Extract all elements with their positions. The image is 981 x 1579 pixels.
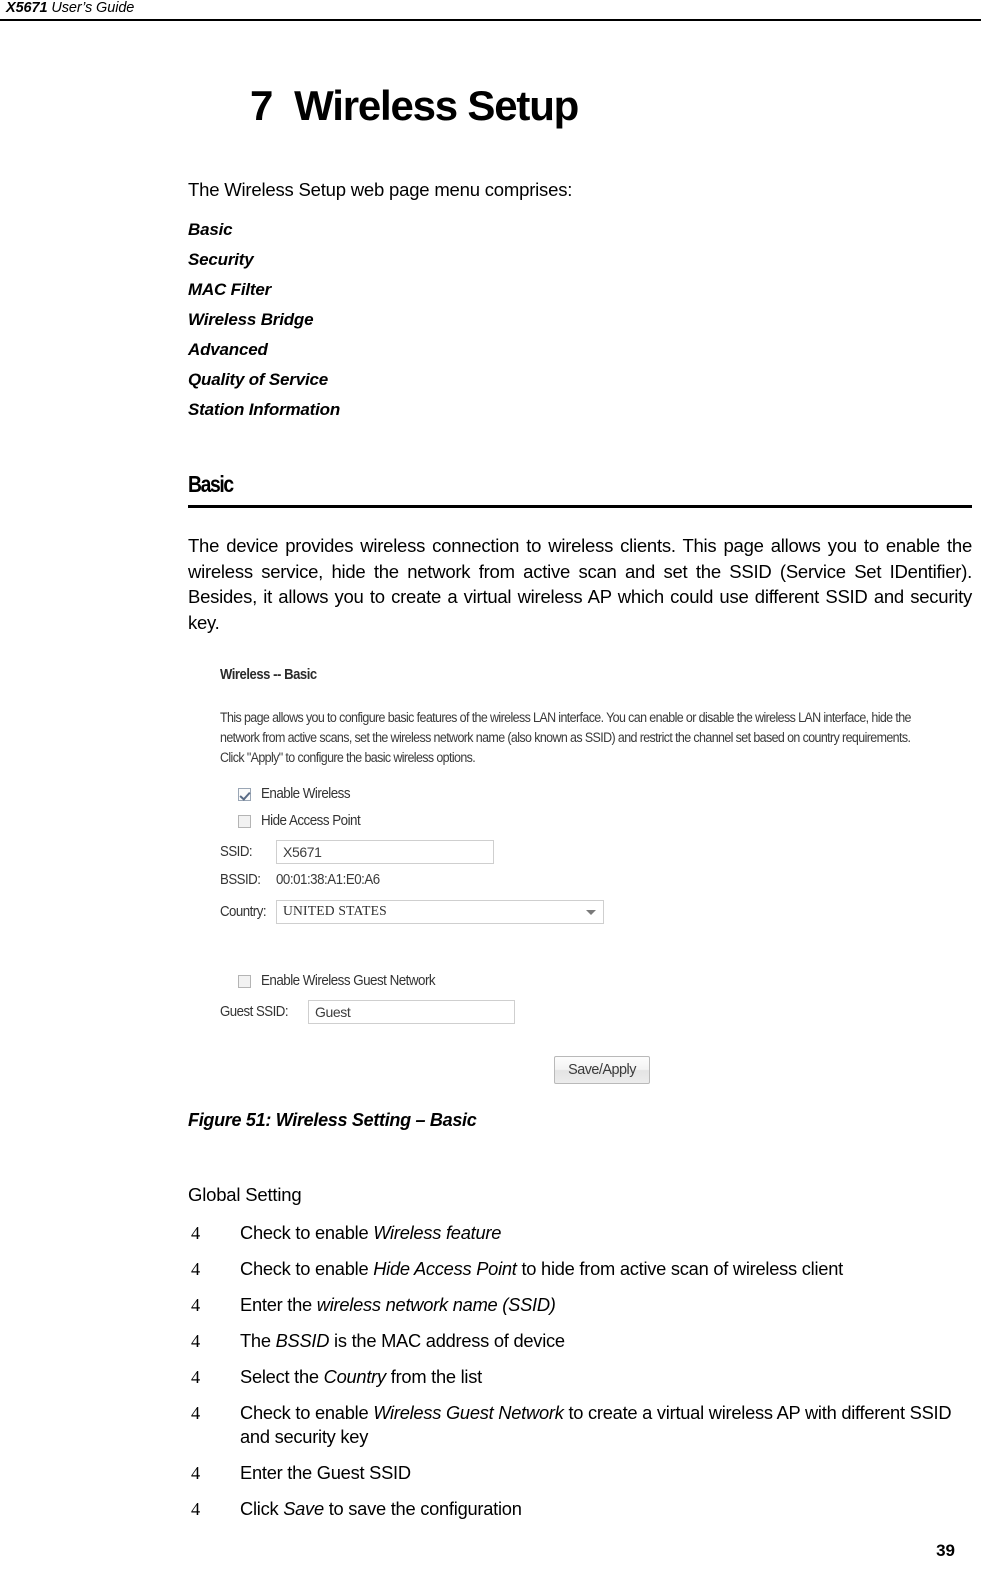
figure-wireless-basic: Wireless -- Basic This page allows you t… [220,658,972,1098]
bullet-pre: Check to enable [240,1222,374,1243]
bullet-emphasis: Wireless Guest Network [373,1402,564,1423]
bullet-emphasis: BSSID [275,1330,330,1351]
bullet-mark-icon: 4 [191,1295,200,1315]
menu-item-quality-of-service: Quality of Service [188,370,329,389]
list-item: 4 Check to enable Wireless feature [188,1221,972,1245]
bullet-pre: The [240,1330,276,1351]
ssid-input[interactable]: X5671 [276,840,494,864]
chapter-title: 7 Wireless Setup [250,82,579,130]
bssid-label: BSSID: [220,871,261,888]
list-item: 4 Enter the Guest SSID [188,1461,972,1485]
menu-item-station-information: Station Information [188,400,341,419]
list-item: 4 Check to enable Wireless Guest Network … [188,1401,972,1449]
enable-guest-network-checkbox[interactable] [238,975,251,988]
section-heading-rule [188,505,972,508]
menu-item-mac-filter: MAC Filter [188,280,272,299]
country-row: Country: UNITED STATES [220,900,972,931]
bullet-mark-icon: 4 [191,1259,200,1279]
bullet-post: to hide from active scan of wireless cli… [516,1258,843,1279]
global-setting-label: Global Setting [188,1184,302,1205]
chapter-number: 7 [250,82,273,129]
bullet-mark-icon: 4 [191,1499,200,1519]
menu-item-wireless-bridge: Wireless Bridge [188,310,314,329]
list-item: 4 Click Save to save the configuration [188,1497,972,1521]
bullet-pre: Enter the Guest SSID [240,1462,411,1483]
bullet-pre: Check to enable [240,1258,374,1279]
list-item: 4 Select the Country from the list [188,1365,972,1389]
country-label: Country: [220,904,267,920]
bullet-pre: Click [240,1498,284,1519]
list-item: 4 The BSSID is the MAC address of device [188,1329,972,1353]
bullet-pre: Check to enable [240,1402,374,1423]
bullet-pre: Select the [240,1366,324,1387]
ssid-row: SSID: X5671 [220,840,972,871]
guest-ssid-label: Guest SSID: [220,1004,289,1020]
enable-wireless-label: Enable Wireless [261,786,351,802]
save-apply-button[interactable]: Save/Apply [554,1056,650,1084]
bullet-emphasis: Save [283,1498,324,1519]
form-spacer [220,931,972,973]
bullet-mark-icon: 4 [191,1367,200,1387]
hide-access-point-label: Hide Access Point [261,813,361,829]
header-title: X5671 User’s Guide [6,0,134,16]
figure-caption: Figure 51: Wireless Setting – Basic [188,1110,477,1130]
hide-access-point-checkbox[interactable] [238,815,251,828]
ui-basic-form: Enable Wireless Hide Access Point SSID: X… [220,786,972,1031]
list-item: 4 Enter the wireless network name (SSID) [188,1293,972,1317]
menu-item-basic: Basic [188,220,233,239]
hide-access-point-row[interactable]: Hide Access Point [220,813,972,840]
bullet-mark-icon: 4 [191,1463,200,1483]
guest-ssid-input[interactable]: Guest [308,1000,515,1024]
chevron-down-icon [586,910,596,915]
ui-page-title: Wireless -- Basic [220,667,317,683]
guest-ssid-row: Guest SSID: Guest [220,1000,972,1031]
enable-guest-network-label: Enable Wireless Guest Network [261,973,436,989]
country-select-value: UNITED STATES [283,903,387,918]
bssid-row: BSSID: 00:01:38:A1:E0:A6 [220,871,972,900]
global-setting-bullets: 4 Check to enable Wireless feature 4 Check… [188,1221,972,1533]
bullet-post: from the list [385,1366,482,1387]
list-item: 4 Check to enable Hide Access Point to hi… [188,1257,972,1281]
page-number: 39 [936,1541,955,1560]
ui-page-description: This page allows you to configure basic … [220,710,911,765]
page-header: X5671 User’s Guide [0,0,981,22]
bullet-emphasis: wireless network name (SSID) [316,1294,556,1315]
enable-wireless-row[interactable]: Enable Wireless [220,786,972,813]
bullet-mark-icon: 4 [191,1223,200,1243]
header-model: X5671 [6,0,48,16]
header-doc-title: User’s Guide [47,0,135,16]
enable-wireless-checkbox[interactable] [238,788,251,801]
bullet-post: is the MAC address of device [329,1330,565,1351]
bullet-emphasis: Country [323,1366,387,1387]
menu-item-security: Security [188,250,254,269]
section-paragraph-text: The device provides wireless connection … [188,535,972,633]
wireless-menu-list: Basic Security MAC Filter Wireless Bridg… [188,215,588,425]
bullet-emphasis: Hide Access Point [373,1258,517,1279]
chapter-name: Wireless Setup [294,82,579,129]
enable-guest-network-row[interactable]: Enable Wireless Guest Network [220,973,972,1000]
ssid-label: SSID: [220,844,253,860]
menu-item-advanced: Advanced [188,340,268,359]
intro-line: The Wireless Setup web page menu compris… [188,179,573,200]
header-rule [0,19,981,21]
bullet-emphasis: Wireless feature [373,1222,502,1243]
country-select[interactable]: UNITED STATES [276,900,604,924]
section-heading-basic: Basic [188,471,972,508]
bssid-value: 00:01:38:A1:E0:A6 [276,871,380,888]
bullet-mark-icon: 4 [191,1403,200,1423]
bullet-mark-icon: 4 [191,1331,200,1351]
bullet-post: to save the configuration [323,1498,522,1519]
section-paragraph: The device provides wireless connection … [188,533,972,635]
bullet-pre: Enter the [240,1294,317,1315]
section-heading-label: Basic [188,471,234,497]
